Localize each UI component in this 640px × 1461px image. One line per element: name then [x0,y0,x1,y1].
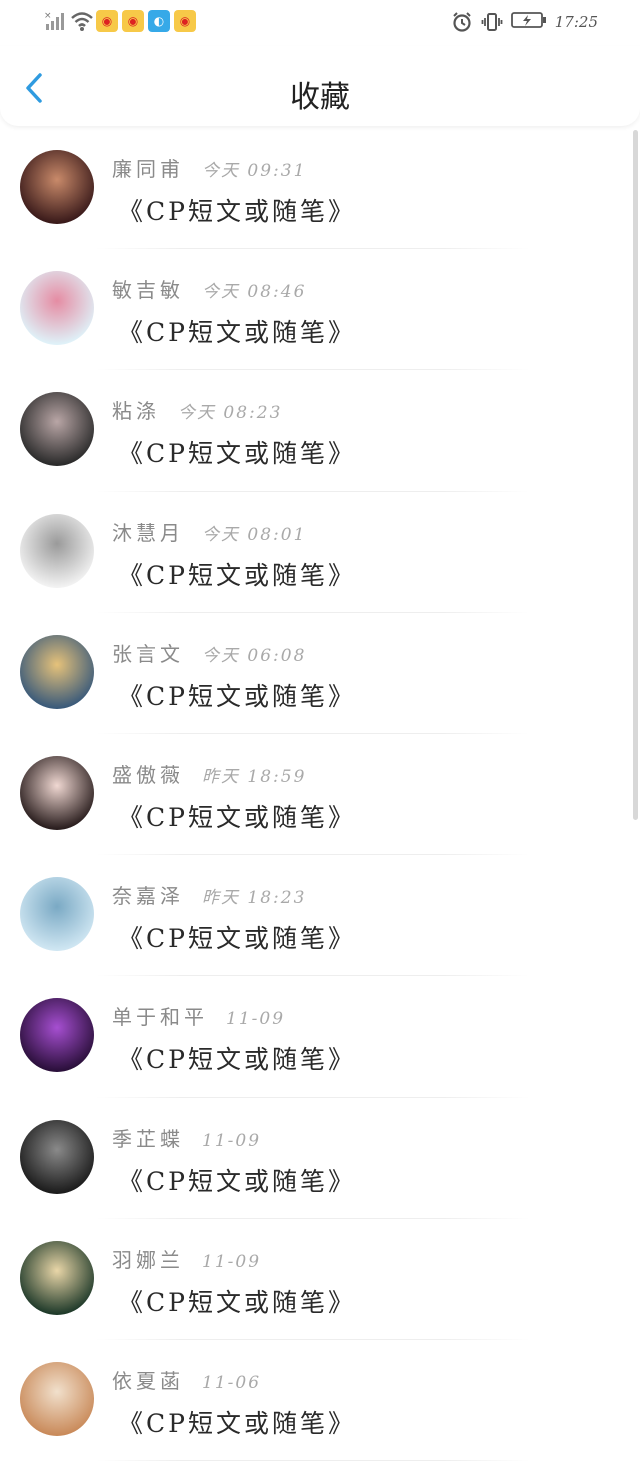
item-title: 《CP短文或随笔》 [118,1045,356,1075]
status-left-icons: × ◉ ◉ ◐ ◉ [44,10,196,32]
timestamp: 11-09 [202,1130,262,1151]
alarm-icon [451,11,473,33]
timestamp: 今天 08:01 [202,524,307,545]
battery-charging-icon [510,10,547,34]
avatar[interactable] [20,150,94,224]
list-item[interactable]: 奈嘉泽 昨天 18:23 《CP短文或随笔》 [0,855,620,977]
list-item[interactable]: 依夏菡 11-06 《CP短文或随笔》 [0,1340,620,1461]
vibrate-icon [481,11,503,33]
user-name: 季芷蝶 [112,1126,184,1151]
avatar[interactable] [20,877,94,952]
user-name: 粘涤 [112,399,160,424]
item-title: 《CP短文或随笔》 [118,802,356,832]
user-name: 单于和平 [112,1005,208,1030]
list-item[interactable]: 敏吉敏 今天 08:46 《CP短文或随笔》 [0,249,620,371]
avatar[interactable] [20,755,94,830]
timestamp: 11-06 [202,1372,262,1393]
timestamp: 今天 06:08 [202,645,307,666]
item-title: 《CP短文或随笔》 [118,1166,356,1196]
scrollbar[interactable] [633,130,638,820]
wifi-icon [70,10,93,32]
user-name: 沐慧月 [112,520,184,545]
status-right-icons: 17:25 [451,10,598,34]
avatar[interactable] [20,271,94,346]
timestamp: 今天 08:46 [202,282,307,303]
status-bar: × ◉ ◉ ◐ ◉ 17:25 [0,0,640,46]
timestamp: 今天 09:31 [202,161,307,181]
avatar[interactable] [20,513,94,588]
blue-app-icon: ◐ [148,10,170,32]
item-title: 《CP短文或随笔》 [118,197,356,226]
app-header: 收藏 [0,46,640,126]
signal-off-icon: × [44,10,66,32]
user-name: 羽娜兰 [112,1247,184,1272]
user-name: 敏吉敏 [112,278,184,303]
list-item[interactable]: 盛傲薇 昨天 18:59 《CP短文或随笔》 [0,734,620,856]
list-item[interactable]: 单于和平 11-09 《CP短文或随笔》 [0,976,620,1098]
avatar[interactable] [20,634,94,709]
user-name: 奈嘉泽 [112,884,184,909]
timestamp: 11-09 [226,1009,286,1030]
list-item[interactable]: 羽娜兰 11-09 《CP短文或随笔》 [0,1219,620,1340]
weibo-app-icon: ◉ [174,10,196,32]
item-title: 《CP短文或随笔》 [118,1287,356,1317]
list-item[interactable]: 张言文 今天 06:08 《CP短文或随笔》 [0,613,620,734]
page-title: 收藏 [290,80,350,115]
item-title: 《CP短文或随笔》 [118,318,356,348]
list-item[interactable]: 季芷蝶 11-09 《CP短文或随笔》 [0,1098,620,1219]
avatar[interactable] [20,1119,94,1194]
avatar[interactable] [20,1361,94,1436]
user-name: 盛傲薇 [112,762,184,787]
item-title: 《CP短文或随笔》 [118,560,356,590]
avatar[interactable] [20,392,94,467]
timestamp: 昨天 18:23 [202,888,307,909]
weibo-app-icon: ◉ [122,10,144,32]
weibo-app-icon: ◉ [96,10,118,32]
item-title: 《CP短文或随笔》 [118,681,356,711]
svg-text:×: × [44,11,52,21]
list-item[interactable]: 粘涤 今天 08:23 《CP短文或随笔》 [0,370,620,492]
user-name: 依夏菡 [112,1368,184,1393]
favorites-list: 廉同甫 今天 09:31 《CP短文或随笔》 敏吉敏 今天 08:46 《CP短… [0,128,620,1461]
status-time: 17:25 [554,13,598,31]
timestamp: 昨天 18:59 [202,766,307,787]
list-item[interactable]: 廉同甫 今天 09:31 《CP短文或随笔》 [0,128,620,250]
avatar[interactable] [20,1240,94,1315]
item-title: 《CP短文或随笔》 [118,924,356,954]
avatar[interactable] [20,998,94,1073]
timestamp: 11-09 [202,1251,262,1272]
user-name: 张言文 [112,641,184,666]
timestamp: 今天 08:23 [178,403,283,424]
user-name: 廉同甫 [112,157,184,181]
item-title: 《CP短文或随笔》 [118,439,356,469]
list-item[interactable]: 沐慧月 今天 08:01 《CP短文或随笔》 [0,492,620,613]
